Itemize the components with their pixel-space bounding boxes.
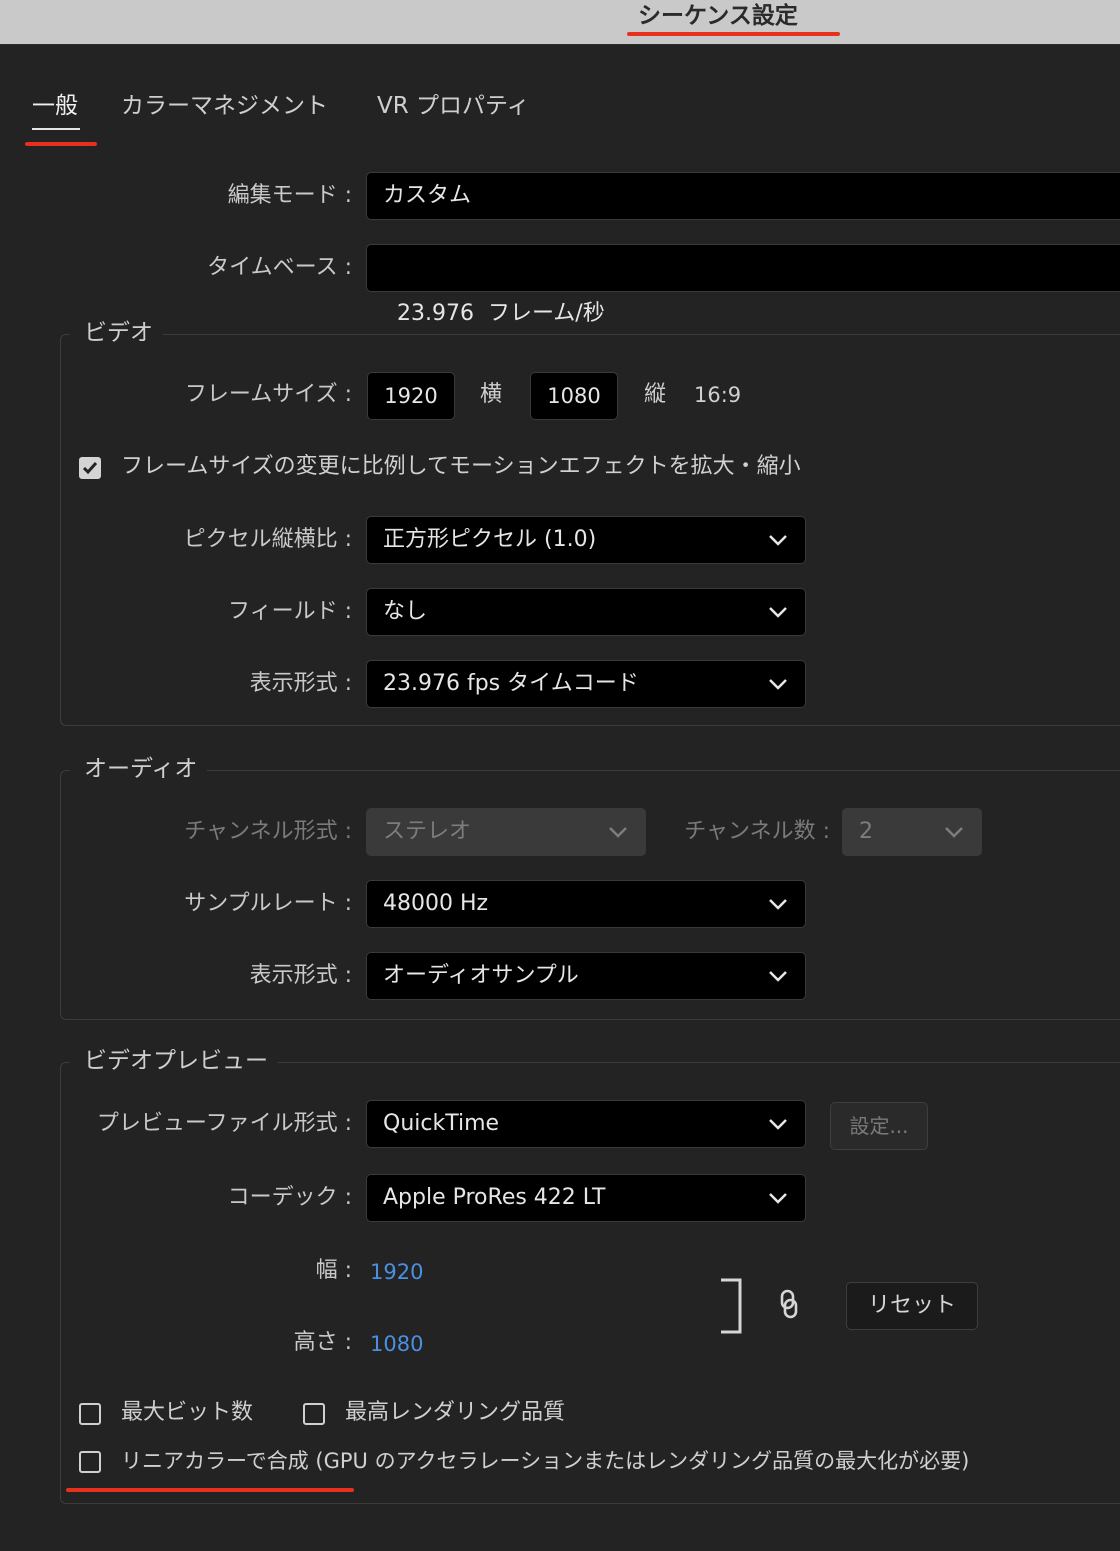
linear-color-checkbox[interactable] bbox=[79, 1451, 101, 1473]
sample-rate-label: サンプルレート : bbox=[184, 891, 352, 916]
pixel-aspect-label: ピクセル縦横比 : bbox=[183, 527, 352, 552]
preview-settings-button[interactable]: 設定... bbox=[830, 1102, 928, 1150]
video-display-format-select[interactable]: 23.976 fps タイムコード bbox=[366, 660, 806, 708]
timebase-value: 23.976 フレーム/秒 bbox=[397, 301, 605, 326]
channel-format-label: チャンネル形式 : bbox=[184, 819, 352, 844]
fields-value: なし bbox=[383, 599, 428, 624]
tab-general[interactable]: 一般 bbox=[32, 86, 78, 126]
tab-color-management[interactable]: カラーマネジメント bbox=[121, 86, 328, 126]
chevron-down-icon bbox=[767, 881, 789, 927]
chevron-down-icon bbox=[767, 589, 789, 635]
chevron-down-icon bbox=[767, 1175, 789, 1221]
link-bracket bbox=[720, 1278, 744, 1338]
preview-height-label: 高さ : bbox=[293, 1330, 352, 1355]
audio-display-format-label: 表示形式 : bbox=[249, 963, 352, 988]
preview-file-format-label: プレビューファイル形式 : bbox=[96, 1111, 352, 1136]
max-bit-depth-checkbox[interactable] bbox=[79, 1403, 101, 1425]
chevron-down-icon bbox=[943, 809, 965, 855]
timebase-label: タイムベース : bbox=[207, 255, 352, 280]
tab-active-indicator bbox=[32, 128, 80, 130]
chevron-down-icon bbox=[767, 661, 789, 707]
timebase-select[interactable]: 23.976 フレーム/秒 bbox=[366, 244, 1120, 326]
link-chain-icon[interactable] bbox=[778, 1288, 800, 1324]
annotation-underline-linear-color bbox=[66, 1488, 354, 1492]
preview-width-value[interactable]: 1920 bbox=[370, 1249, 423, 1295]
video-display-format-label: 表示形式 : bbox=[249, 671, 352, 696]
tab-vr-properties[interactable]: VR プロパティ bbox=[377, 86, 530, 126]
annotation-underline-tab bbox=[25, 142, 97, 146]
pixel-aspect-select[interactable]: 正方形ピクセル (1.0) bbox=[366, 516, 806, 564]
codec-select[interactable]: Apple ProRes 422 LT bbox=[366, 1174, 806, 1222]
sample-rate-value: 48000 Hz bbox=[383, 891, 489, 916]
channel-format-value: ステレオ bbox=[383, 819, 472, 844]
edit-mode-value: カスタム bbox=[383, 183, 472, 208]
frame-size-label: フレームサイズ : bbox=[184, 382, 352, 407]
edit-mode-select[interactable]: カスタム bbox=[366, 172, 1120, 220]
max-render-quality-checkbox[interactable] bbox=[303, 1403, 325, 1425]
edit-mode-label: 編集モード : bbox=[227, 183, 352, 208]
video-legend: ビデオ bbox=[70, 318, 163, 348]
reset-button[interactable]: リセット bbox=[846, 1282, 978, 1330]
frame-height-unit: 縦 bbox=[644, 382, 667, 407]
audio-legend: オーディオ bbox=[70, 754, 208, 784]
max-render-quality-label[interactable]: 最高レンダリング品質 bbox=[345, 1390, 565, 1436]
annotation-underline-title bbox=[627, 32, 840, 36]
chevron-down-icon bbox=[607, 809, 629, 855]
channel-count-select: 2 bbox=[842, 808, 982, 856]
video-display-format-value: 23.976 fps タイムコード bbox=[383, 671, 639, 696]
fields-select[interactable]: なし bbox=[366, 588, 806, 636]
linear-color-label[interactable]: リニアカラーで合成 (GPU のアクセラレーションまたはレンダリング品質の最大化… bbox=[121, 1438, 969, 1484]
aspect-ratio-text: 16:9 bbox=[694, 383, 742, 407]
max-bit-depth-label[interactable]: 最大ビット数 bbox=[121, 1390, 253, 1436]
channel-format-select: ステレオ bbox=[366, 808, 646, 856]
chevron-down-icon bbox=[767, 953, 789, 999]
preview-file-format-value: QuickTime bbox=[383, 1111, 500, 1136]
pixel-aspect-value: 正方形ピクセル (1.0) bbox=[383, 527, 597, 552]
preview-file-format-select[interactable]: QuickTime bbox=[366, 1100, 806, 1148]
audio-display-format-value: オーディオサンプル bbox=[383, 963, 579, 988]
preview-height-value[interactable]: 1080 bbox=[370, 1321, 423, 1367]
fields-label: フィールド : bbox=[228, 599, 352, 624]
preview-width-label: 幅 : bbox=[315, 1258, 352, 1283]
checkmark-icon bbox=[82, 462, 98, 475]
scale-motion-label[interactable]: フレームサイズの変更に比例してモーションエフェクトを拡大・縮小 bbox=[121, 444, 801, 490]
window-title: シーケンス設定 bbox=[638, 3, 798, 29]
frame-width-input[interactable]: 1920 bbox=[367, 372, 455, 420]
sample-rate-select[interactable]: 48000 Hz bbox=[366, 880, 806, 928]
channel-count-label: チャンネル数 : bbox=[684, 819, 830, 844]
frame-height-input[interactable]: 1080 bbox=[530, 372, 618, 420]
audio-display-format-select[interactable]: オーディオサンプル bbox=[366, 952, 806, 1000]
chevron-down-icon bbox=[767, 517, 789, 563]
channel-count-value: 2 bbox=[859, 819, 873, 844]
codec-value: Apple ProRes 422 LT bbox=[383, 1185, 606, 1210]
chevron-down-icon bbox=[767, 1101, 789, 1147]
scale-motion-checkbox[interactable] bbox=[79, 457, 101, 479]
video-preview-legend: ビデオプレビュー bbox=[70, 1046, 278, 1076]
codec-label: コーデック : bbox=[227, 1185, 352, 1210]
frame-width-unit: 横 bbox=[480, 382, 503, 407]
